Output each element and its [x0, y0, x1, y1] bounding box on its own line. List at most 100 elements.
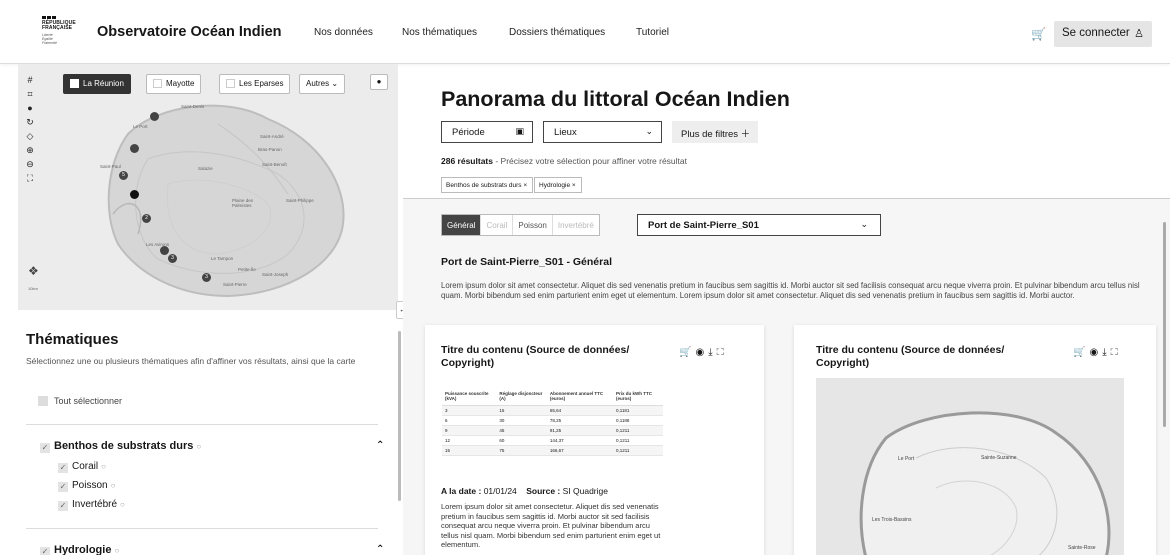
map-marker[interactable]: 3 [168, 254, 177, 263]
card-actions: 🛒◉⤓⛶ [679, 347, 728, 358]
check-icon: ✓ [58, 482, 68, 492]
layers-icon[interactable]: ● [370, 74, 388, 90]
map-place-label: Saint-Joseph [262, 272, 289, 277]
cart-icon[interactable]: 🛒 [1031, 27, 1046, 41]
map-marker[interactable] [160, 246, 169, 255]
diamond-tool-icon[interactable]: ◇ [24, 130, 36, 142]
top-header: RÉPUBLIQUE FRANÇAISE Liberté Égalité Frate… [0, 0, 1170, 64]
zoom-out-icon[interactable]: ⊖ [24, 158, 36, 170]
card-map[interactable]: Le Port Sainte-Suzanne Les Trois-Bassins… [816, 378, 1124, 555]
frame-tool-icon[interactable]: ⌗ [24, 88, 36, 100]
map-marker[interactable]: 5 [119, 171, 128, 180]
subcategory-corail[interactable]: ✓ Corail ○ [58, 461, 106, 473]
check-icon: ✓ [40, 443, 50, 453]
grid-tool-icon[interactable]: # [24, 74, 36, 86]
thematiques-subtitle: Sélectionnez une ou plusieurs thématique… [26, 356, 356, 366]
filter-chip-benthos[interactable]: Benthos de substrats durs × [441, 177, 534, 193]
chevron-down-icon: ⌄ [860, 219, 868, 229]
station-select[interactable]: Port de Saint-Pierre_S01 ⌄ [637, 214, 881, 236]
map-place-label: Le Port [898, 456, 915, 462]
map-place-label: Saint-Philippe [286, 198, 314, 203]
thematiques-title: Thématiques [26, 331, 119, 348]
map-marker[interactable] [130, 190, 139, 199]
login-button[interactable]: Se connecter ♙ [1054, 21, 1152, 47]
chevron-up-icon[interactable]: ⌃ [376, 544, 384, 555]
republique-francaise-logo[interactable]: RÉPUBLIQUE FRANÇAISE Liberté Égalité Frate… [42, 16, 82, 50]
map-marker[interactable]: 2 [142, 214, 151, 223]
tab-general[interactable]: Général [442, 215, 482, 235]
map-place-label: Saint-Pierre [223, 282, 247, 287]
reunion-map[interactable]: # ⌗ ● ↻ ◇ ⊕ ⊖ ⛶ La Réunion Mayotte Les E… [18, 64, 398, 310]
nav-nos-thematiques[interactable]: Nos thématiques [402, 27, 477, 38]
logo-motto: Liberté Égalité Fraternité [42, 33, 57, 45]
table-header: Réglage disjoncteur (A) [496, 387, 547, 406]
filter-chip-hydrologie[interactable]: Hydrologie × [534, 177, 582, 193]
layers-icon[interactable]: ◉ [1089, 347, 1102, 358]
section-description: Lorem ipsum dolor sit amet consectetur. … [441, 281, 1140, 300]
map-tab-mayotte[interactable]: Mayotte [146, 74, 202, 94]
layers-icon[interactable]: ◉ [695, 347, 708, 358]
map-tab-eparses[interactable]: Les Eparses [219, 74, 291, 94]
map-tab-autres[interactable]: Autres ⌄ [299, 74, 346, 94]
card-map-svg [859, 411, 1111, 555]
tab-corail[interactable]: Corail [481, 215, 514, 235]
checkbox-icon [38, 396, 48, 406]
download-icon[interactable]: ⤓ [708, 347, 716, 358]
plus-icon: ＋ [740, 129, 751, 140]
cart-icon[interactable]: 🛒 [679, 347, 695, 358]
card-description: Lorem ipsum dolor sit amet consectetur. … [441, 502, 661, 549]
places-filter[interactable]: Lieux ⌄ [543, 121, 662, 143]
check-icon: ✓ [58, 501, 68, 511]
info-icon[interactable]: ○ [101, 462, 106, 471]
map-tab-reunion[interactable]: La Réunion [63, 74, 131, 94]
map-place-label: Sainte-Rose [1068, 545, 1096, 551]
expand-icon[interactable]: ⛶ [717, 347, 728, 358]
check-icon: ✓ [40, 547, 50, 555]
nav-dossiers-thematiques[interactable]: Dossiers thématiques [509, 27, 605, 38]
info-icon[interactable]: ○ [196, 442, 201, 451]
page-title: Panorama du littoral Océan Indien [441, 87, 790, 111]
site-brand[interactable]: Observatoire Océan Indien [97, 24, 282, 40]
content-card-table: Titre du contenu (Source de données/ Cop… [425, 325, 764, 555]
fullscreen-icon[interactable]: ⛶ [24, 172, 36, 184]
refresh-icon[interactable]: ↻ [24, 116, 36, 128]
tab-poisson[interactable]: Poisson [513, 215, 553, 235]
map-place-label: Saint-André [260, 134, 284, 139]
map-place-label: Saint-Denis [181, 104, 205, 109]
info-icon[interactable]: ○ [114, 546, 119, 555]
compass-icon[interactable]: ❖ [28, 264, 39, 278]
map-place-label: Saint-Benoît [262, 162, 287, 167]
info-icon[interactable]: ○ [111, 481, 116, 490]
nav-tutoriel[interactable]: Tutoriel [636, 27, 669, 38]
check-icon: ✓ [58, 463, 68, 473]
map-marker[interactable] [130, 144, 139, 153]
select-all-checkbox[interactable]: Tout sélectionner [38, 396, 122, 406]
info-icon[interactable]: ○ [120, 500, 125, 509]
map-marker[interactable] [150, 112, 159, 121]
point-tool-icon[interactable]: ● [24, 102, 36, 114]
download-icon[interactable]: ⤓ [1102, 347, 1110, 358]
content-card-map: Titre du contenu (Source de données/ Cop… [794, 325, 1156, 555]
category-hydrologie[interactable]: ✓ Hydrologie ○ [40, 544, 119, 555]
map-place-label: Bras-Panon [258, 147, 282, 152]
nav-nos-donnees[interactable]: Nos données [314, 27, 373, 38]
user-icon: ♙ [1134, 28, 1144, 40]
category-benthos[interactable]: ✓ Benthos de substrats durs ○ [40, 440, 201, 453]
map-marker[interactable]: 3 [202, 273, 211, 282]
expand-icon[interactable]: ⛶ [1111, 347, 1122, 358]
zoom-in-icon[interactable]: ⊕ [24, 144, 36, 156]
more-filters-button[interactable]: Plus de filtres ＋ [672, 121, 759, 143]
left-scrollbar[interactable] [398, 331, 401, 501]
map-place-label: Petite-Île [238, 267, 256, 272]
table-header: Abonnement annuel TTC (euros) [546, 387, 613, 406]
divider [26, 528, 378, 529]
period-filter[interactable]: Période ▣ [441, 121, 533, 143]
subcategory-invertebre[interactable]: ✓ Invertébré ○ [58, 499, 125, 511]
right-scrollbar[interactable] [1163, 222, 1166, 427]
subcategory-poisson[interactable]: ✓ Poisson ○ [58, 480, 115, 492]
tab-invertebre[interactable]: Invertébré [553, 215, 599, 235]
card-meta: A la date : 01/01/24 Source : SI Quadrig… [441, 486, 608, 496]
cart-icon[interactable]: 🛒 [1073, 347, 1089, 358]
chevron-up-icon[interactable]: ⌃ [376, 440, 384, 451]
table-row: 9 45 91,25 0,1211 [442, 425, 663, 436]
